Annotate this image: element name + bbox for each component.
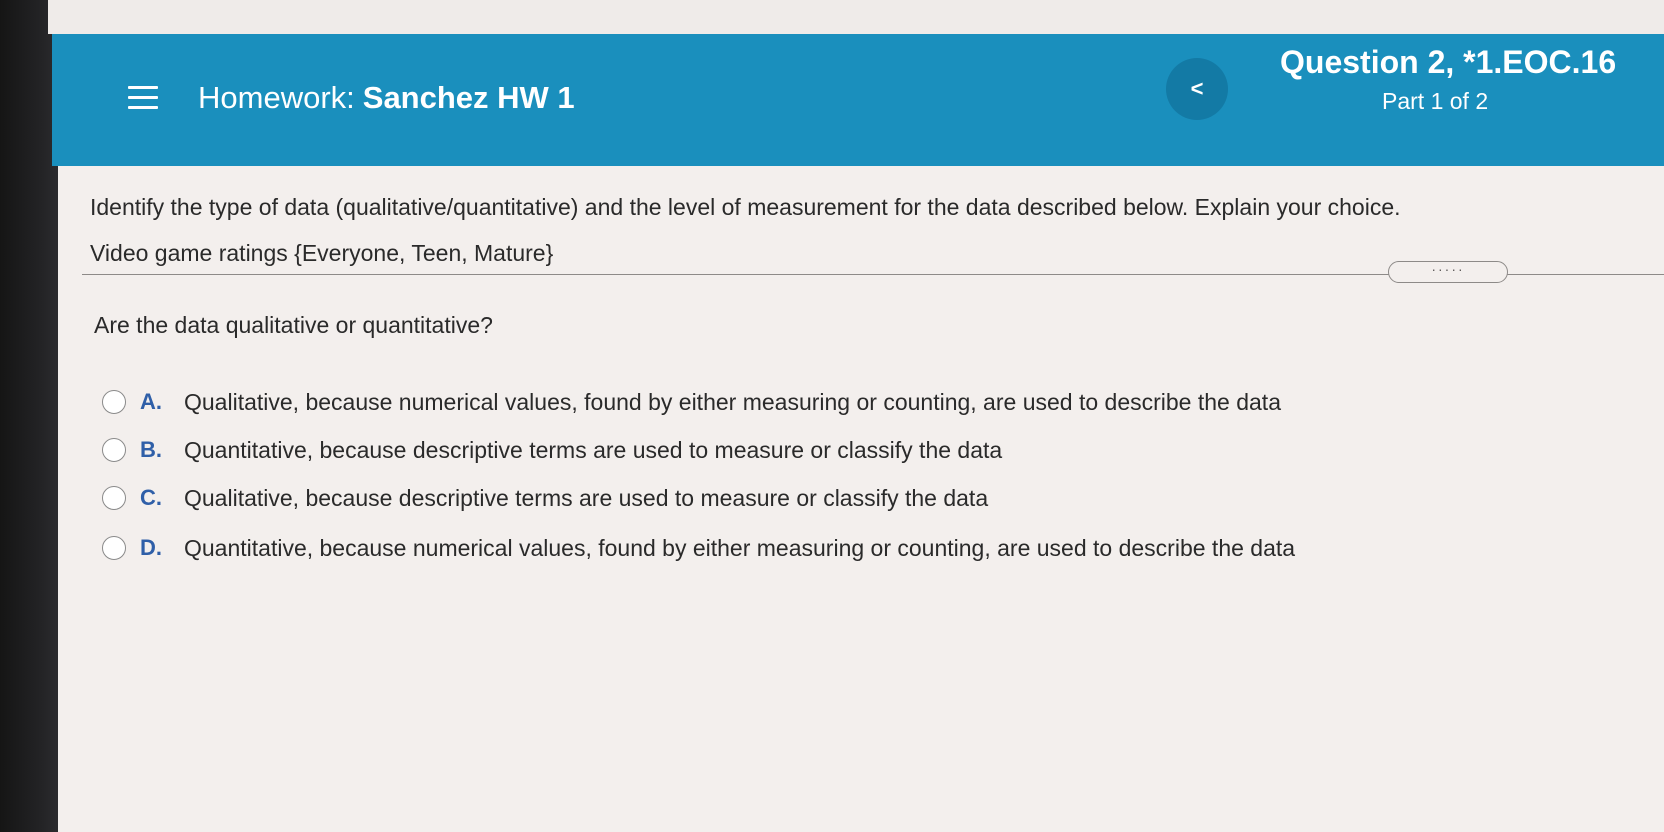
option-letter-d: D. [140,535,162,560]
sub-question: Are the data qualitative or quantitative… [94,312,493,338]
radio-button-c[interactable] [102,486,126,510]
option-letter-a: A. [140,389,162,414]
question-part: Part 1 of 2 [1382,88,1489,114]
option-text-d: Quantitative, because numerical values, … [184,534,1296,561]
browser-top-strip [48,0,1664,34]
option-letter-c: C. [140,485,162,510]
option-a[interactable]: A. Qualitative, because numerical values… [102,386,1281,418]
question-title: Question 2, *1.EOC.16 [1280,44,1617,80]
expand-more-button[interactable]: ····· [1388,261,1508,283]
monitor-bezel [0,0,58,832]
homework-title: Homework: Sanchez HW 1 [198,80,575,116]
prompt-line-2: Video game ratings {Everyone, Teen, Matu… [90,240,554,266]
option-letter-b: B. [140,437,162,462]
hamburger-menu-icon[interactable] [128,86,158,112]
homework-name: Sanchez HW 1 [362,80,575,115]
option-d[interactable]: D. Quantitative, because numerical value… [102,532,1295,564]
homework-label: Homework: [198,80,355,115]
header-bar: Homework: Sanchez HW 1 < Question 2, *1.E… [52,34,1664,166]
question-prompt: Identify the type of data (qualitative/q… [90,184,1401,276]
option-text-c: Qualitative, because descriptive terms a… [184,484,989,511]
option-text-b: Quantitative, because descriptive terms … [184,436,1003,463]
screen: Homework: Sanchez HW 1 < Question 2, *1.E… [0,0,1664,832]
radio-button-a[interactable] [102,390,126,414]
option-b[interactable]: B. Quantitative, because descriptive ter… [102,434,1002,466]
option-text-a: Qualitative, because numerical values, f… [184,388,1281,415]
prompt-line-1: Identify the type of data (qualitative/q… [90,194,1401,220]
chevron-left-icon: < [1190,76,1204,101]
radio-button-d[interactable] [102,536,126,560]
option-c[interactable]: C. Qualitative, because descriptive term… [102,482,988,514]
radio-button-b[interactable] [102,438,126,462]
previous-question-button[interactable]: < [1166,58,1228,120]
